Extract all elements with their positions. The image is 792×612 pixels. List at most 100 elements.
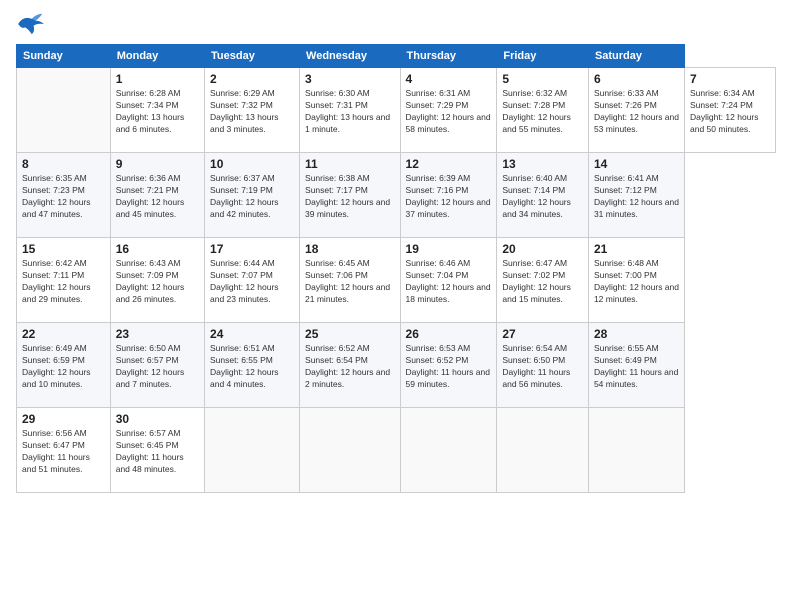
daylight-text: Daylight: 11 hours and 48 minutes.: [116, 452, 199, 476]
sunrise-text: Sunrise: 6:37 AM: [210, 173, 294, 185]
calendar-week-row: 22Sunrise: 6:49 AMSunset: 6:59 PMDayligh…: [17, 323, 776, 408]
day-info: Sunrise: 6:46 AMSunset: 7:04 PMDaylight:…: [406, 258, 492, 306]
sunrise-text: Sunrise: 6:28 AM: [116, 88, 199, 100]
day-info: Sunrise: 6:28 AMSunset: 7:34 PMDaylight:…: [116, 88, 199, 136]
calendar-cell: 28 Sunrise: 6:55 AMSunset: 6:49 PMDayligh…: [588, 323, 684, 408]
calendar-cell: 17Sunrise: 6:44 AMSunset: 7:07 PMDayligh…: [205, 238, 300, 323]
calendar-body: 1Sunrise: 6:28 AMSunset: 7:34 PMDaylight…: [17, 68, 776, 493]
sunrise-text: Sunrise: 6:34 AM: [690, 88, 770, 100]
day-number: 23: [116, 327, 199, 341]
weekday-header-cell: Friday: [497, 45, 589, 68]
calendar-cell: 20Sunrise: 6:47 AMSunset: 7:02 PMDayligh…: [497, 238, 589, 323]
day-number: 28: [594, 327, 679, 341]
daylight-text: Daylight: 12 hours and 4 minutes.: [210, 367, 294, 391]
sunrise-text: Sunrise: 6:46 AM: [406, 258, 492, 270]
daylight-text: Daylight: 12 hours and 2 minutes.: [305, 367, 395, 391]
day-info: Sunrise: 6:38 AMSunset: 7:17 PMDaylight:…: [305, 173, 395, 221]
daylight-text: Daylight: 12 hours and 47 minutes.: [22, 197, 105, 221]
sunrise-text: Sunrise: 6:32 AM: [502, 88, 583, 100]
calendar-cell: 16Sunrise: 6:43 AMSunset: 7:09 PMDayligh…: [110, 238, 204, 323]
day-info: Sunrise: 6:30 AMSunset: 7:31 PMDaylight:…: [305, 88, 395, 136]
calendar-cell: 3Sunrise: 6:30 AMSunset: 7:31 PMDaylight…: [300, 68, 401, 153]
day-info: Sunrise: 6:43 AMSunset: 7:09 PMDaylight:…: [116, 258, 199, 306]
sunrise-text: Sunrise: 6:30 AM: [305, 88, 395, 100]
sunset-text: Sunset: 6:55 PM: [210, 355, 294, 367]
sunset-text: Sunset: 6:45 PM: [116, 440, 199, 452]
day-info: Sunrise: 6:29 AMSunset: 7:32 PMDaylight:…: [210, 88, 294, 136]
day-info: Sunrise: 6:35 AMSunset: 7:23 PMDaylight:…: [22, 173, 105, 221]
calendar-table: SundayMondayTuesdayWednesdayThursdayFrid…: [16, 44, 776, 493]
sunset-text: Sunset: 7:07 PM: [210, 270, 294, 282]
day-info: Sunrise: 6:55 AMSunset: 6:49 PMDaylight:…: [594, 343, 679, 391]
sunrise-text: Sunrise: 6:56 AM: [22, 428, 105, 440]
calendar-week-row: 29 Sunrise: 6:56 AMSunset: 6:47 PM Dayligh…: [17, 408, 776, 493]
sunrise-text: Sunrise: 6:53 AM: [406, 343, 492, 355]
day-number: 19: [406, 242, 492, 256]
day-number: 4: [406, 72, 492, 86]
daylight-text: Daylight: 12 hours and 10 minutes.: [22, 367, 105, 391]
sunrise-text: Sunrise: 6:43 AM: [116, 258, 199, 270]
day-number: 29: [22, 412, 105, 426]
sunset-text: Sunset: 7:04 PM: [406, 270, 492, 282]
day-info: Sunrise: 6:34 AMSunset: 7:24 PMDaylight:…: [690, 88, 770, 136]
calendar-week-row: 1Sunrise: 6:28 AMSunset: 7:34 PMDaylight…: [17, 68, 776, 153]
sunset-text: Sunset: 7:19 PM: [210, 185, 294, 197]
day-number: 15: [22, 242, 105, 256]
calendar-cell: [17, 68, 111, 153]
calendar-cell: 4Sunrise: 6:31 AMSunset: 7:29 PMDaylight…: [400, 68, 497, 153]
daylight-text: Daylight: 12 hours and 26 minutes.: [116, 282, 199, 306]
sunrise-text: Sunrise: 6:55 AM: [594, 343, 679, 355]
calendar-cell: 7 Sunrise: 6:34 AMSunset: 7:24 PMDaylight…: [685, 68, 776, 153]
daylight-text: Daylight: 11 hours and 59 minutes.: [406, 367, 492, 391]
day-number: 5: [502, 72, 583, 86]
day-number: 7: [690, 72, 770, 86]
calendar-cell: 8 Sunrise: 6:35 AMSunset: 7:23 PMDaylight…: [17, 153, 111, 238]
sunset-text: Sunset: 7:28 PM: [502, 100, 583, 112]
day-number: 27: [502, 327, 583, 341]
daylight-text: Daylight: 12 hours and 39 minutes.: [305, 197, 395, 221]
calendar-cell: [588, 408, 684, 493]
day-info: Sunrise: 6:33 AMSunset: 7:26 PMDaylight:…: [594, 88, 679, 136]
daylight-text: Daylight: 13 hours and 3 minutes.: [210, 112, 294, 136]
daylight-text: Daylight: 12 hours and 18 minutes.: [406, 282, 492, 306]
sunset-text: Sunset: 7:32 PM: [210, 100, 294, 112]
sunrise-text: Sunrise: 6:42 AM: [22, 258, 105, 270]
calendar-cell: 15 Sunrise: 6:42 AMSunset: 7:11 PMDayligh…: [17, 238, 111, 323]
sunset-text: Sunset: 6:47 PM: [22, 440, 105, 452]
day-number: 14: [594, 157, 679, 171]
day-info: Sunrise: 6:45 AMSunset: 7:06 PMDaylight:…: [305, 258, 395, 306]
day-number: 21: [594, 242, 679, 256]
sunset-text: Sunset: 6:49 PM: [594, 355, 679, 367]
sunrise-text: Sunrise: 6:49 AM: [22, 343, 105, 355]
day-number: 8: [22, 157, 105, 171]
calendar-cell: 25Sunrise: 6:52 AMSunset: 6:54 PMDayligh…: [300, 323, 401, 408]
calendar-cell: 23Sunrise: 6:50 AMSunset: 6:57 PMDayligh…: [110, 323, 204, 408]
daylight-text: Daylight: 12 hours and 42 minutes.: [210, 197, 294, 221]
sunset-text: Sunset: 7:14 PM: [502, 185, 583, 197]
calendar-cell: [300, 408, 401, 493]
day-number: 2: [210, 72, 294, 86]
sunrise-text: Sunrise: 6:40 AM: [502, 173, 583, 185]
weekday-header-cell: Monday: [110, 45, 204, 68]
sunset-text: Sunset: 7:06 PM: [305, 270, 395, 282]
daylight-text: Daylight: 12 hours and 53 minutes.: [594, 112, 679, 136]
daylight-text: Daylight: 12 hours and 23 minutes.: [210, 282, 294, 306]
sunset-text: Sunset: 7:02 PM: [502, 270, 583, 282]
sunset-text: Sunset: 7:29 PM: [406, 100, 492, 112]
day-number: 1: [116, 72, 199, 86]
sunrise-text: Sunrise: 6:44 AM: [210, 258, 294, 270]
daylight-text: Daylight: 12 hours and 55 minutes.: [502, 112, 583, 136]
sunset-text: Sunset: 7:34 PM: [116, 100, 199, 112]
day-number: 22: [22, 327, 105, 341]
day-number: 10: [210, 157, 294, 171]
calendar-cell: 22Sunrise: 6:49 AMSunset: 6:59 PMDayligh…: [17, 323, 111, 408]
daylight-text: Daylight: 12 hours and 15 minutes.: [502, 282, 583, 306]
sunset-text: Sunset: 7:12 PM: [594, 185, 679, 197]
calendar-cell: 2 Sunrise: 6:29 AMSunset: 7:32 PMDaylight…: [205, 68, 300, 153]
sunset-text: Sunset: 6:52 PM: [406, 355, 492, 367]
sunset-text: Sunset: 7:09 PM: [116, 270, 199, 282]
day-info: Sunrise: 6:42 AMSunset: 7:11 PMDaylight:…: [22, 258, 105, 306]
calendar-cell: [400, 408, 497, 493]
calendar-cell: 11Sunrise: 6:38 AMSunset: 7:17 PMDayligh…: [300, 153, 401, 238]
day-info: Sunrise: 6:54 AMSunset: 6:50 PMDaylight:…: [502, 343, 583, 391]
